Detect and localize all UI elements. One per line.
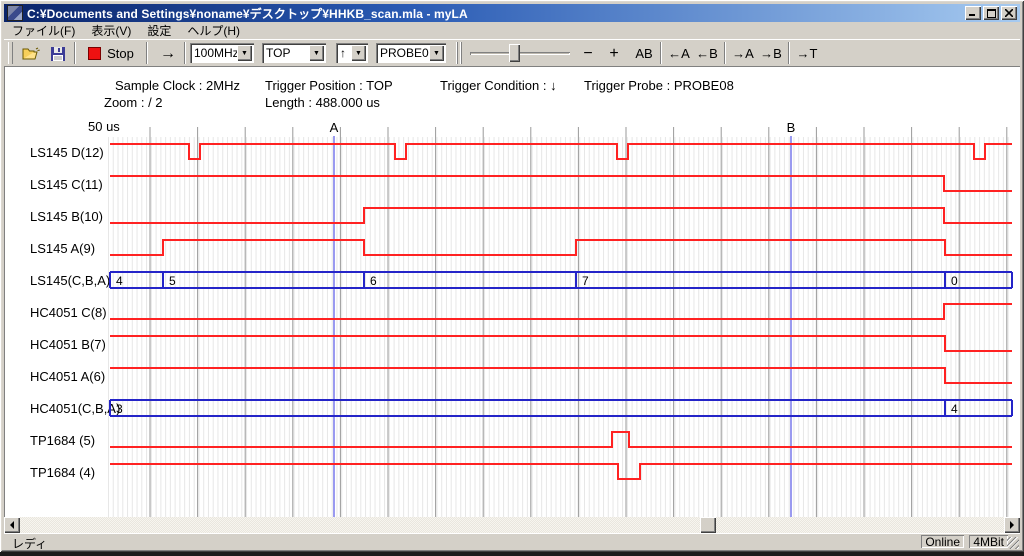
scroll-right-button[interactable] [1004, 517, 1020, 533]
toolbar: Stop → 100MHz ▼ TOP ▼ ↑ ▼ PROBE00 ▼ − + [4, 39, 1020, 67]
stop-icon [88, 47, 101, 60]
zoom-out-button[interactable]: − [576, 43, 600, 64]
right-arrow-t-icon: →T [797, 46, 818, 61]
toolbar-separator [724, 42, 726, 64]
timing-diagram-plot[interactable]: 50 us A B LS145 D(12) LS145 C(11) LS145 B(10)… [4, 67, 1020, 518]
run-button[interactable]: → [154, 43, 182, 64]
run-arrow-icon: → [160, 45, 176, 63]
maximize-icon [987, 9, 996, 18]
scrollbar-thumb[interactable] [700, 517, 716, 533]
channel-label: LS145 A(9) [30, 241, 95, 256]
toolbar-separator [74, 42, 76, 64]
marker-a-label: A [330, 120, 339, 135]
minus-icon: − [583, 45, 592, 63]
dropdown-arrow-icon[interactable]: ▼ [309, 45, 324, 61]
app-window: C:¥Documents and Settings¥noname¥デスクトップ¥… [0, 0, 1024, 552]
toolbar-separator [788, 42, 790, 64]
channel-label: LS145 D(12) [30, 145, 104, 160]
zoom-in-button[interactable]: + [602, 43, 626, 64]
slider-track [470, 52, 570, 55]
dropdown-arrow-icon[interactable]: ▼ [429, 45, 444, 61]
minimize-icon [969, 9, 977, 17]
sample-clock-combo[interactable]: 100MHz ▼ [190, 43, 254, 63]
channel-label: HC4051 B(7) [30, 337, 106, 352]
menu-file[interactable]: ファイル(F) [4, 21, 83, 41]
scroll-left-button[interactable] [4, 517, 20, 533]
goto-marker-b-back-button[interactable]: ←B [694, 43, 720, 64]
scroll-right-icon [1010, 521, 1018, 529]
menu-settings[interactable]: 設定 [139, 21, 179, 41]
goto-marker-a-fwd-button[interactable]: →A [730, 43, 756, 64]
trigger-position-combo[interactable]: TOP ▼ [262, 43, 326, 63]
trigger-edge-combo[interactable]: ↑ ▼ [336, 43, 368, 63]
maximize-button[interactable] [983, 6, 999, 20]
toolbar-separator [184, 42, 186, 64]
sample-clock-value: 100MHz [194, 46, 239, 60]
bus-value-label: 5 [169, 274, 176, 288]
goto-marker-a-back-button[interactable]: ←A [666, 43, 692, 64]
menu-view[interactable]: 表示(V) [83, 21, 139, 41]
channel-label: HC4051(C,B,A) [30, 401, 120, 416]
save-button[interactable] [46, 43, 70, 64]
window-title: C:¥Documents and Settings¥noname¥デスクトップ¥… [27, 5, 965, 22]
trigger-probe-combo[interactable]: PROBE00 ▼ [376, 43, 446, 63]
channel-label: LS145 C(11) [30, 177, 103, 192]
goto-trigger-button[interactable]: →T [794, 43, 820, 64]
bus-value-label: 4 [951, 402, 958, 416]
menubar: ファイル(F) 表示(V) 設定 ヘルプ(H) [4, 22, 1020, 39]
left-arrow-b-icon: ←B [696, 46, 718, 61]
bus-value-label: 6 [370, 274, 377, 288]
marker-b-label: B [787, 120, 796, 135]
dropdown-arrow-icon[interactable]: ▼ [237, 45, 252, 61]
right-arrow-a-icon: →A [732, 46, 754, 61]
toolbar-grip [456, 42, 463, 64]
status-ready-text: レディ [12, 535, 47, 552]
titlebar[interactable]: C:¥Documents and Settings¥noname¥デスクトップ¥… [4, 4, 1020, 22]
status-memory-badge: 4MBit [969, 535, 1008, 548]
slider-thumb[interactable] [509, 44, 520, 62]
zoom-slider[interactable] [470, 43, 570, 64]
plus-icon: + [609, 45, 618, 63]
trigger-probe-value: PROBE00 [380, 46, 435, 60]
toolbar-separator [146, 42, 148, 64]
stop-label: Stop [107, 46, 134, 61]
trigger-edge-value: ↑ [340, 46, 346, 60]
ab-span-button[interactable]: AB [630, 43, 658, 64]
trigger-position-value: TOP [266, 46, 290, 60]
channel-label: LS145(C,B,A) [30, 273, 110, 288]
bus-value-label: 3 [116, 402, 123, 416]
toolbar-grip [8, 42, 13, 64]
toolbar-separator [660, 42, 662, 64]
goto-marker-b-fwd-button[interactable]: →B [758, 43, 784, 64]
scroll-left-icon [6, 521, 14, 529]
right-arrow-b-icon: →B [760, 46, 782, 61]
ab-label: AB [635, 46, 652, 61]
open-folder-icon [22, 47, 40, 61]
close-button[interactable] [1001, 6, 1017, 20]
app-icon [7, 5, 23, 21]
left-arrow-a-icon: ←A [668, 46, 690, 61]
channel-label: TP1684 (5) [30, 433, 95, 448]
resize-grip[interactable] [1007, 537, 1019, 549]
caption-buttons [965, 6, 1017, 20]
menu-help[interactable]: ヘルプ(H) [179, 21, 248, 41]
dropdown-arrow-icon[interactable]: ▼ [351, 45, 366, 61]
waveform-client-area: Sample Clock : 2MHz Trigger Position : T… [4, 66, 1020, 518]
stop-button[interactable]: Stop [82, 43, 140, 64]
channel-label: HC4051 C(8) [30, 305, 107, 320]
ruler-division-label: 50 us [88, 119, 120, 134]
channel-label: LS145 B(10) [30, 209, 103, 224]
bus-value-label: 4 [116, 274, 123, 288]
minimize-button[interactable] [965, 6, 981, 20]
status-online-badge: Online [921, 535, 964, 548]
close-icon [1005, 9, 1013, 17]
bus-value-label: 0 [951, 274, 958, 288]
bus-value-label: 7 [582, 274, 589, 288]
channel-label: TP1684 (4) [30, 465, 95, 480]
horizontal-scrollbar[interactable] [4, 517, 1020, 533]
save-floppy-icon [51, 47, 65, 61]
channel-label: HC4051 A(6) [30, 369, 105, 384]
statusbar: レディ Online 4MBit [4, 533, 1020, 549]
open-file-button[interactable] [18, 43, 44, 64]
